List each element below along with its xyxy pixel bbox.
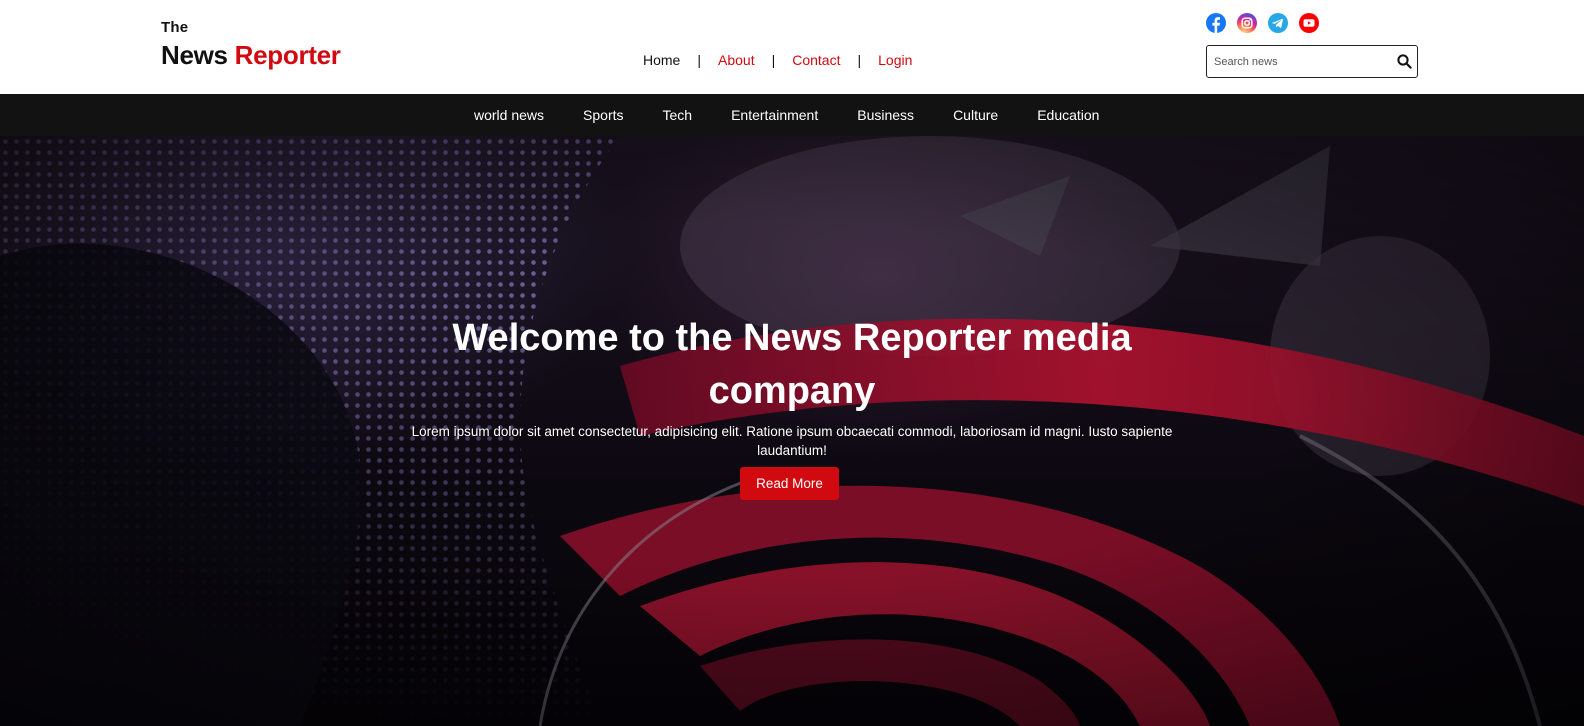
- category-list: world news Sports Tech Entertainment Bus…: [474, 94, 1099, 136]
- hero-section: Welcome to the News Reporter media compa…: [0, 136, 1584, 726]
- category-entertainment[interactable]: Entertainment: [731, 107, 818, 123]
- nav-link-home[interactable]: Home: [643, 52, 680, 68]
- logo-word-news: News: [161, 40, 228, 70]
- category-business[interactable]: Business: [857, 107, 914, 123]
- nav-link-about[interactable]: About: [718, 52, 755, 68]
- category-education[interactable]: Education: [1037, 107, 1099, 123]
- logo-title: News Reporter: [161, 40, 341, 71]
- facebook-icon[interactable]: [1206, 13, 1226, 33]
- category-culture[interactable]: Culture: [953, 107, 998, 123]
- social-links: [1206, 13, 1319, 33]
- logo-word-reporter: Reporter: [234, 40, 341, 70]
- category-tech[interactable]: Tech: [663, 107, 693, 123]
- site-header: The News Reporter Home | About | Contact…: [0, 0, 1584, 94]
- nav-separator: |: [697, 52, 701, 68]
- search-box: [1206, 45, 1418, 78]
- nav-link-contact[interactable]: Contact: [792, 52, 840, 68]
- category-nav: world news Sports Tech Entertainment Bus…: [0, 94, 1584, 136]
- nav-separator: |: [771, 52, 776, 68]
- nav-separator: |: [857, 52, 862, 68]
- search-input[interactable]: [1207, 46, 1387, 77]
- youtube-icon[interactable]: [1299, 13, 1319, 33]
- instagram-icon[interactable]: [1237, 13, 1257, 33]
- search-icon[interactable]: [1397, 54, 1412, 74]
- logo-prefix: The: [161, 19, 189, 36]
- category-sports[interactable]: Sports: [583, 107, 623, 123]
- category-world-news[interactable]: world news: [474, 107, 544, 123]
- site-logo[interactable]: The News Reporter: [161, 19, 341, 71]
- nav-link-login[interactable]: Login: [878, 52, 912, 68]
- hero-description: Lorem ipsum dolor sit amet consectetur, …: [411, 424, 1173, 458]
- telegram-icon[interactable]: [1268, 13, 1288, 33]
- top-nav: Home | About | Contact | Login: [643, 52, 912, 68]
- read-more-button[interactable]: Read More: [740, 467, 839, 500]
- hero-title: Welcome to the News Reporter media compa…: [452, 317, 1132, 412]
